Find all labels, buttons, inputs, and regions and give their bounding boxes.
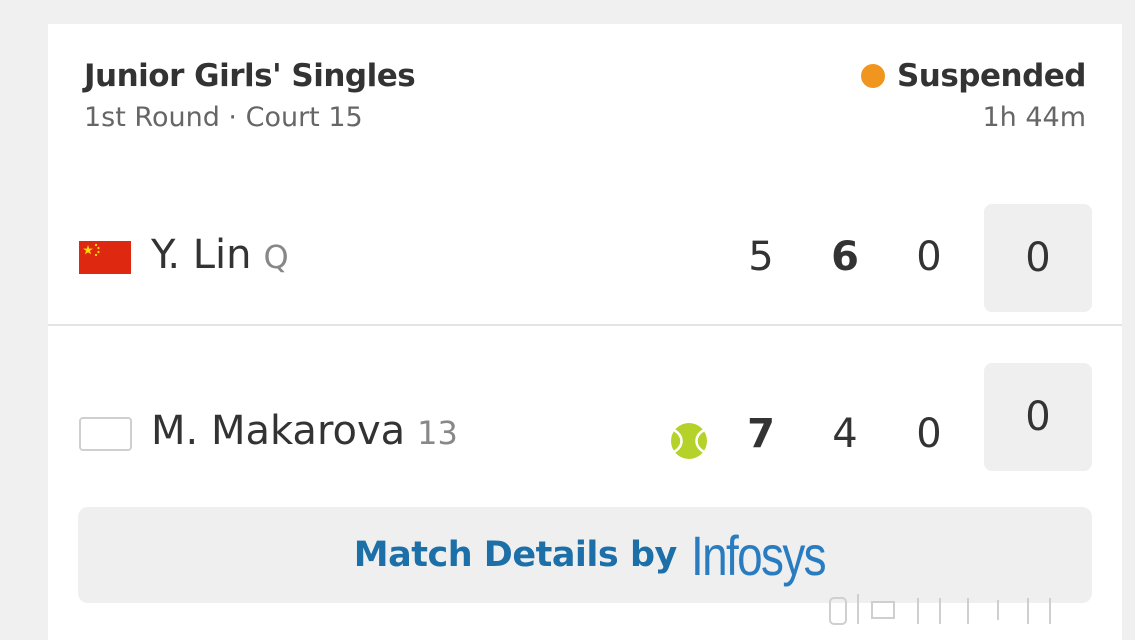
event-title: Junior Girls' Singles — [84, 58, 416, 94]
game-score: 0 — [984, 363, 1092, 471]
set-2-score: 4 — [832, 411, 858, 457]
blank-flag-icon — [79, 417, 132, 451]
player-name[interactable]: Y. Lin — [151, 232, 252, 278]
match-duration: 1h 44m — [982, 102, 1086, 133]
player-row: M. Makarova 13 7 4 0 0 — [48, 342, 1122, 482]
player-row: Y. Lin Q 5 6 0 0 — [48, 184, 1122, 324]
row-divider — [48, 324, 1122, 326]
player-seed: 13 — [417, 414, 458, 452]
match-details-button[interactable]: Match Details by Infosys — [78, 507, 1092, 603]
set-2-score: 6 — [831, 234, 859, 280]
player-name-row[interactable]: Y. Lin Q — [151, 232, 289, 278]
china-flag-icon — [79, 241, 131, 274]
set-3-score: 0 — [916, 234, 942, 280]
match-header: Junior Girls' Singles 1st Round · Court … — [48, 24, 1122, 194]
status-dot-icon — [860, 64, 885, 88]
set-1-score: 7 — [747, 411, 775, 457]
player-seed: Q — [263, 238, 289, 276]
match-status: Suspended — [860, 58, 1087, 94]
set-3-score: 0 — [916, 411, 942, 457]
player-name[interactable]: M. Makarova — [151, 408, 405, 454]
match-card[interactable]: Junior Girls' Singles 1st Round · Court … — [48, 24, 1122, 640]
tennis-ball-serve-icon — [671, 423, 707, 459]
status-label: Suspended — [896, 58, 1087, 94]
round-court: 1st Round · Court 15 — [84, 102, 363, 133]
player-name-row[interactable]: M. Makarova 13 — [151, 408, 458, 454]
match-details-label: Match Details by — [353, 535, 678, 575]
set-1-score: 5 — [748, 234, 774, 280]
game-score: 0 — [984, 204, 1092, 312]
infosys-logo: Infosys — [690, 523, 827, 587]
watermark-graphic — [829, 594, 1051, 625]
